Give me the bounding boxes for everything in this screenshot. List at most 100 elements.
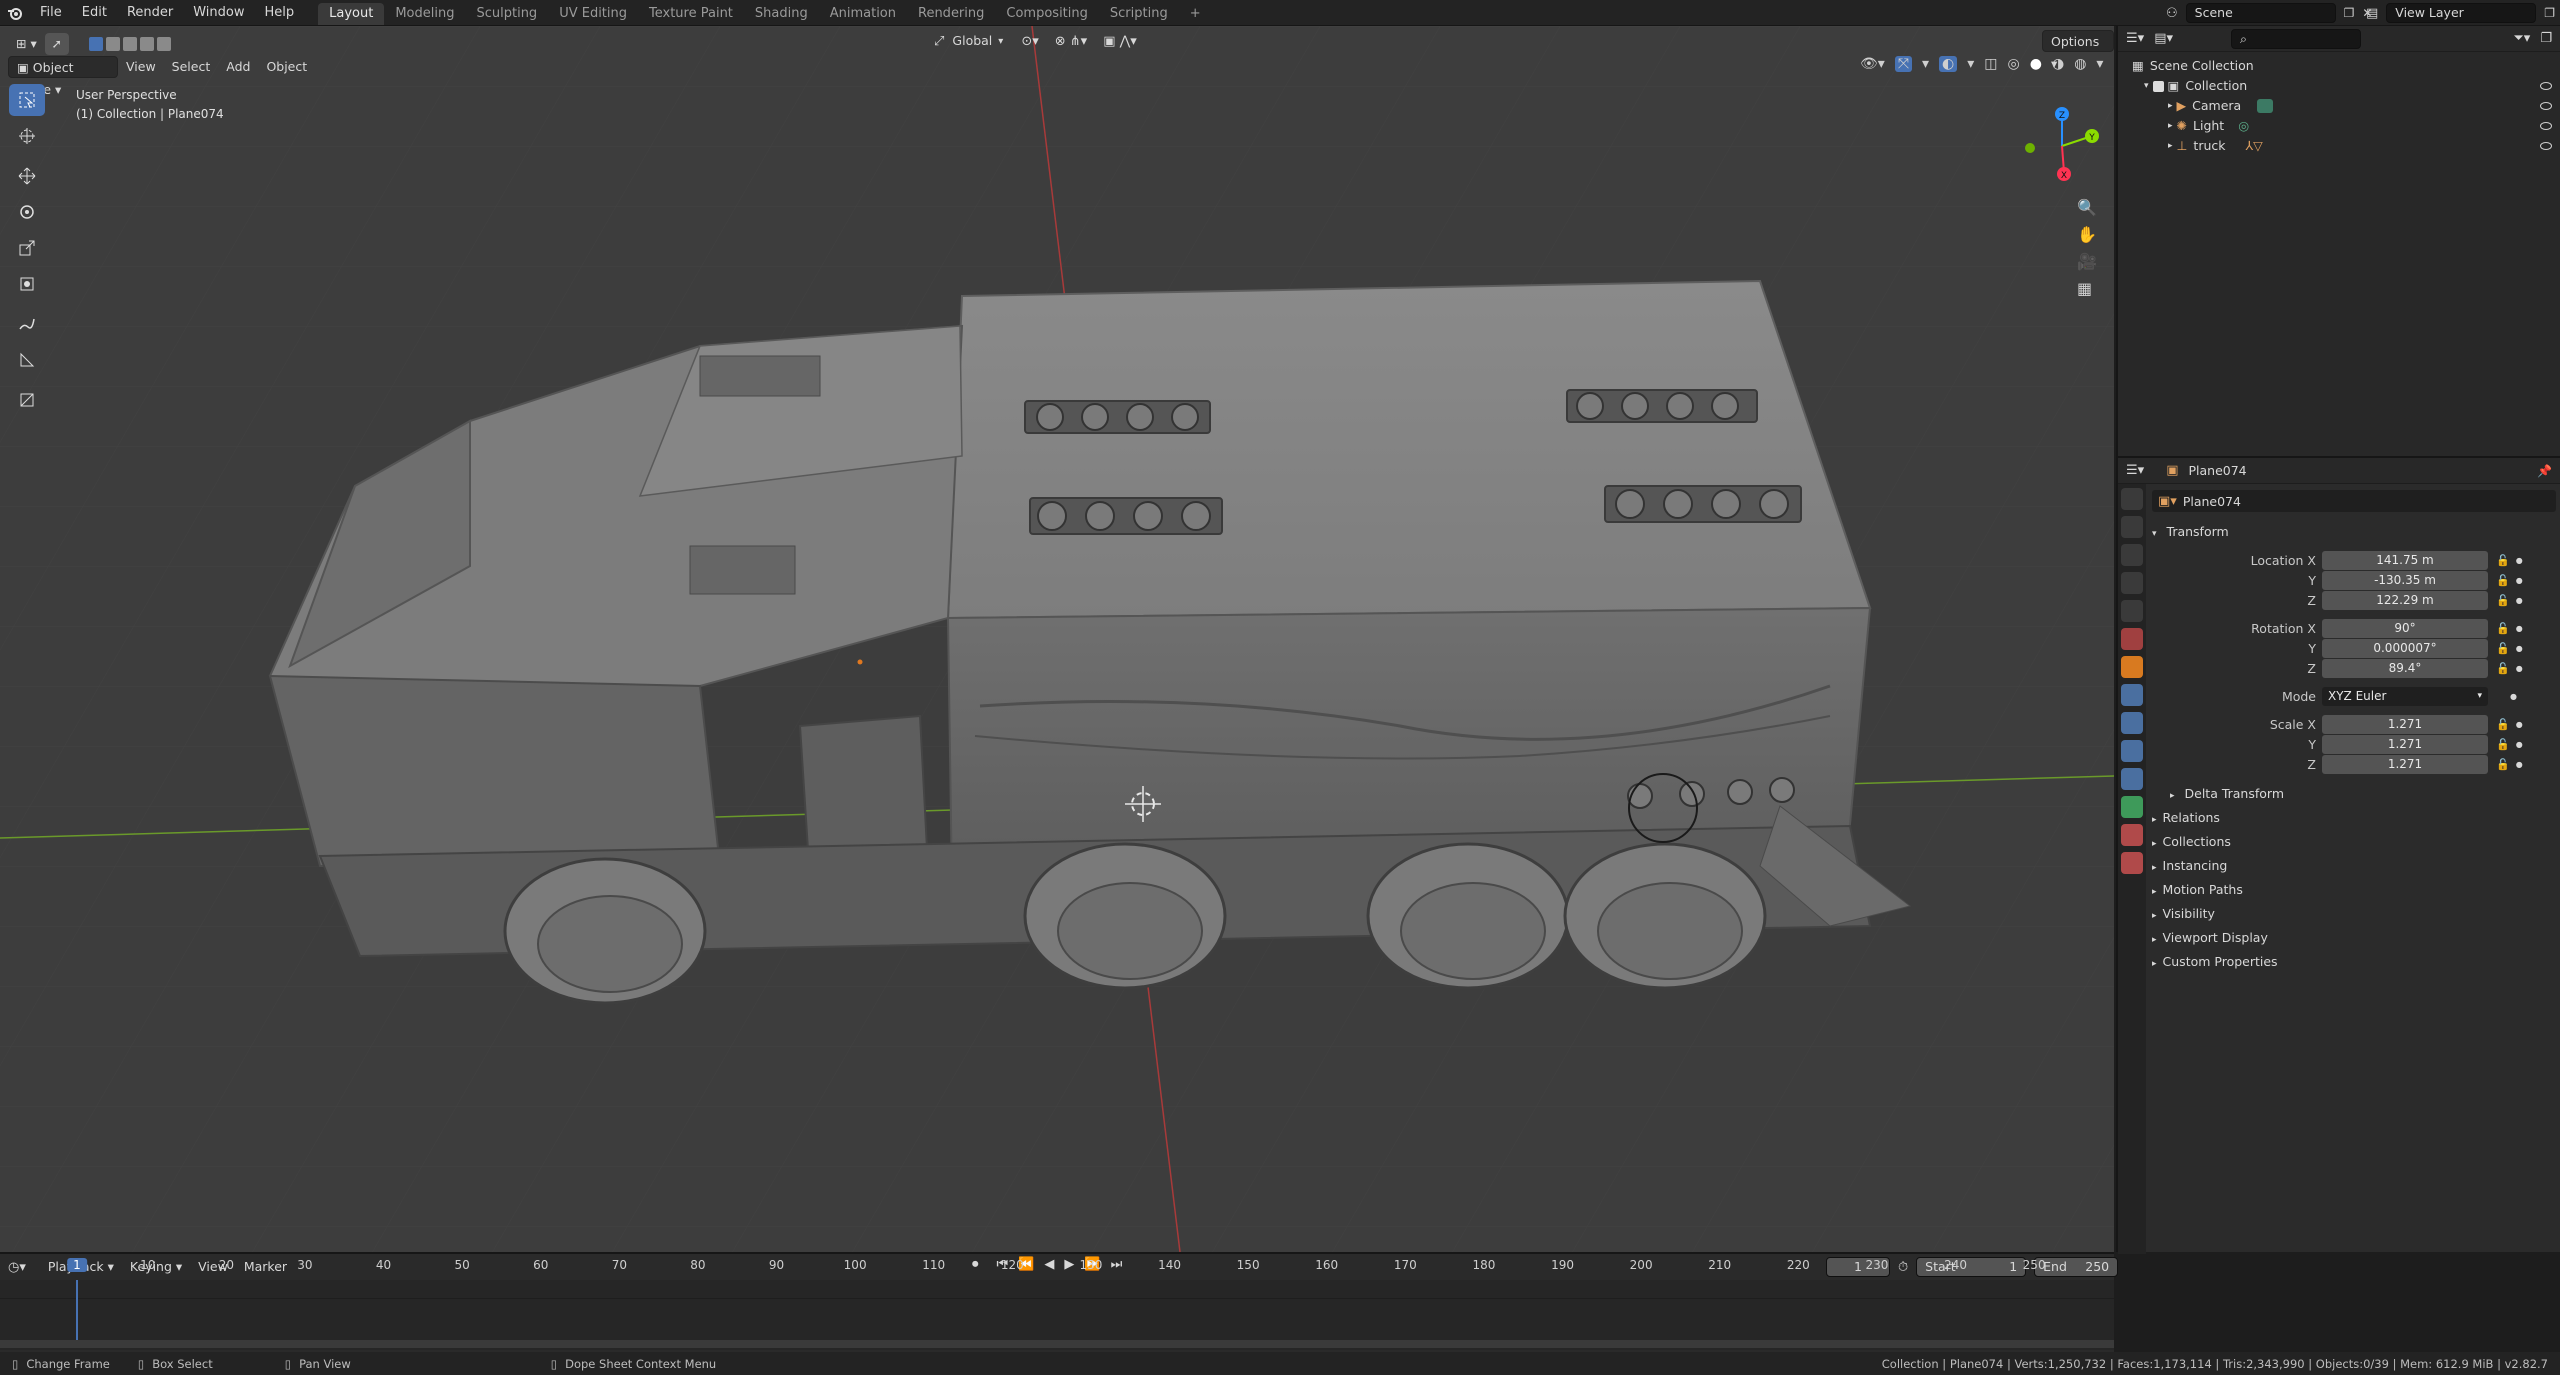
viewport-scene[interactable] — [0, 26, 2114, 1252]
lock-icon[interactable]: 🔓 — [2496, 594, 2510, 607]
lock-icon[interactable]: 🔓 — [2496, 554, 2510, 567]
lock-icon[interactable]: 🔓 — [2496, 622, 2510, 635]
frame-ruler[interactable]: 1 10 20 30 40 50 60 70 80 90 100 110 120 130 140 150 160… — [0, 1254, 2114, 1280]
3d-viewport[interactable]: ⊞ ▾ ➚ ⤢ Global ▾ ⊙▾ ⊗ ⋔▾ ▣ ⋀▾ Options ▾ … — [0, 26, 2114, 1252]
child-objects-icon[interactable]: ⅄▽ — [2246, 136, 2263, 156]
texture-tab-icon[interactable] — [2121, 852, 2143, 874]
tool-tab-icon[interactable] — [2121, 488, 2143, 510]
navigation-gizmo[interactable]: Z Y X — [2010, 96, 2110, 196]
tab-texture-paint[interactable]: Texture Paint — [638, 3, 744, 25]
wireframe-shading-icon[interactable]: ◎ — [2008, 56, 2020, 72]
move-tool[interactable] — [9, 160, 45, 192]
display-mode-icon[interactable]: ▤▾ — [2154, 31, 2173, 46]
output-tab-icon[interactable] — [2121, 544, 2143, 566]
viewport-menu-select[interactable]: Select — [164, 56, 219, 78]
menu-help[interactable]: Help — [255, 0, 305, 26]
tab-modeling[interactable]: Modeling — [384, 3, 465, 25]
orientation-value[interactable]: Global — [950, 30, 994, 52]
location-y-field[interactable]: -130.35 m — [2322, 570, 2488, 590]
keyframe-dot-icon[interactable]: ● — [2510, 692, 2517, 701]
scene-name-field[interactable]: Scene — [2185, 3, 2336, 23]
camera-data-icon[interactable] — [2257, 99, 2274, 113]
keyframe-dot-icon[interactable]: ● — [2516, 576, 2523, 585]
annotate-tool[interactable] — [9, 308, 45, 340]
keyframe-dot-icon[interactable]: ● — [2516, 596, 2523, 605]
material-tab-icon[interactable] — [2121, 824, 2143, 846]
delta-transform-panel[interactable]: ▸ Delta Transform — [2152, 782, 2556, 806]
viewport-menu-object[interactable]: Object — [258, 56, 315, 78]
location-z-field[interactable]: 122.29 m — [2322, 590, 2488, 610]
timeline-scrollbar[interactable] — [0, 1340, 2114, 1348]
outliner-item-camera[interactable]: ▸ ▶ Camera — [2118, 96, 2560, 116]
view-layer-selector[interactable]: ▤ View Layer ❐ ✕ — [2366, 3, 2560, 23]
rotation-z-field[interactable]: 89.4° — [2322, 658, 2488, 678]
keyframe-dot-icon[interactable]: ● — [2516, 624, 2523, 633]
blender-logo-icon[interactable] — [0, 0, 30, 26]
lock-icon[interactable]: 🔓 — [2496, 758, 2510, 771]
rotate-tool[interactable] — [9, 196, 45, 228]
lock-icon[interactable]: 🔓 — [2496, 718, 2510, 731]
menu-render[interactable]: Render — [117, 0, 183, 26]
solid-shading-icon[interactable]: ● — [2030, 56, 2042, 72]
keyframe-dot-icon[interactable]: ● — [2516, 740, 2523, 749]
tab-rendering[interactable]: Rendering — [907, 3, 995, 25]
menu-edit[interactable]: Edit — [72, 0, 117, 26]
instancing-panel[interactable]: ▸ Instancing — [2152, 854, 2556, 878]
add-workspace-button[interactable]: + — [1179, 3, 1212, 25]
tab-layout[interactable]: Layout — [318, 2, 385, 25]
lock-icon[interactable]: 🔓 — [2496, 642, 2510, 655]
measure-tool[interactable] — [9, 344, 45, 376]
viewport-display-panel[interactable]: ▸ Viewport Display — [2152, 926, 2556, 950]
world-tab-icon[interactable] — [2121, 628, 2143, 650]
new-scene-icon[interactable]: ❐ — [2344, 6, 2355, 20]
camera-view-icon[interactable]: 🎥 — [2077, 252, 2097, 271]
physics-tab-icon[interactable] — [2121, 740, 2143, 762]
outliner-item-collection[interactable]: ▾ ▣ Collection — [2118, 76, 2560, 96]
visibility-eye-icon[interactable] — [2540, 82, 2552, 90]
scale-y-field[interactable]: 1.271 — [2322, 734, 2488, 754]
proportional-edit-icon[interactable]: ▣ ⋀▾ — [1103, 34, 1137, 49]
snap-icon[interactable]: ⊗ ⋔▾ — [1055, 34, 1087, 49]
scale-tool[interactable] — [9, 232, 45, 264]
render-tab-icon[interactable] — [2121, 516, 2143, 538]
new-view-layer-icon[interactable]: ❐ — [2544, 6, 2555, 20]
new-collection-icon[interactable]: ❐ — [2540, 31, 2552, 46]
outliner-scene-collection[interactable]: ▦ Scene Collection — [2118, 56, 2560, 76]
menu-file[interactable]: File — [30, 0, 72, 26]
visibility-eye-icon[interactable] — [2540, 142, 2552, 150]
rotation-mode-dropdown[interactable]: XYZ Euler ▾ — [2322, 686, 2488, 706]
xray-icon[interactable]: ◫ — [1984, 56, 1997, 72]
datablock-name-field[interactable]: ▣▾ Plane074 — [2152, 490, 2556, 512]
ortho-grid-icon[interactable]: ▦ — [2077, 279, 2097, 298]
gizmo-toggle-icon[interactable]: ⤧ — [1894, 56, 1913, 72]
view-layer-field[interactable]: View Layer — [2386, 3, 2537, 23]
lock-icon[interactable]: 🔓 — [2496, 662, 2510, 675]
lock-icon[interactable]: 🔓 — [2496, 574, 2510, 587]
object-data-tab-icon[interactable] — [2121, 796, 2143, 818]
options-button[interactable]: Options ▾ — [2042, 30, 2114, 71]
scene-selector[interactable]: ⚇ Scene ❐ ✕ — [2166, 3, 2372, 23]
location-x-field[interactable]: 141.75 m — [2322, 550, 2488, 570]
scale-z-field[interactable]: 1.271 — [2322, 754, 2488, 774]
playhead[interactable] — [76, 1280, 78, 1342]
viewport-menu-view[interactable]: View — [118, 56, 164, 78]
properties-editor-type-icon[interactable]: ☰▾ — [2126, 463, 2144, 478]
visibility-eye-icon[interactable] — [2540, 122, 2552, 130]
select-box-tool[interactable] — [9, 84, 45, 116]
collections-panel[interactable]: ▸ Collections — [2152, 830, 2556, 854]
object-tab-icon[interactable] — [2121, 656, 2143, 678]
tab-uv-editing[interactable]: UV Editing — [548, 3, 638, 25]
motion-paths-panel[interactable]: ▸ Motion Paths — [2152, 878, 2556, 902]
visibility-eye-icon[interactable] — [2540, 102, 2552, 110]
keyframe-dot-icon[interactable]: ● — [2516, 760, 2523, 769]
relations-panel[interactable]: ▸ Relations — [2152, 806, 2556, 830]
light-data-icon[interactable]: ◎ — [2238, 116, 2249, 136]
transform-panel-header[interactable]: ▾ Transform — [2152, 520, 2556, 544]
tab-animation[interactable]: Animation — [819, 3, 907, 25]
scale-x-field[interactable]: 1.271 — [2322, 714, 2488, 734]
expand-arrow-icon[interactable]: ▸ — [2168, 136, 2173, 156]
scene-tab-icon[interactable] — [2121, 600, 2143, 622]
timeline-track-area[interactable]: 1 10 20 30 40 50 60 70 80 90 100 110 120 130 140 150 160… — [0, 1258, 2114, 1350]
add-cube-tool[interactable] — [9, 384, 45, 416]
zoom-icon[interactable]: 🔍 — [2077, 198, 2097, 217]
